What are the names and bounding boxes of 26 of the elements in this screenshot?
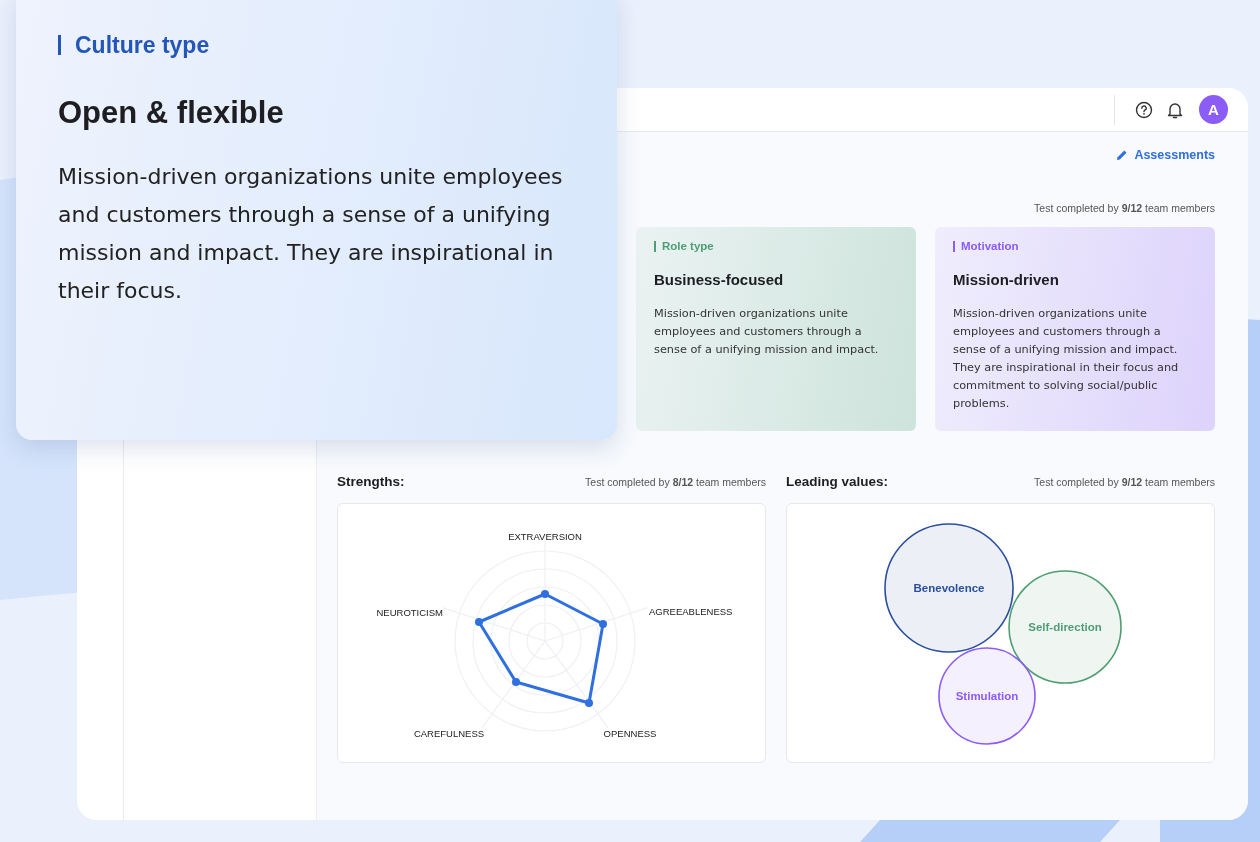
help-icon[interactable] bbox=[1135, 100, 1153, 119]
axis-label: AGREEABLENESS bbox=[649, 606, 733, 617]
card-description: Mission-driven organizations unite employees and customers through a sense of a unifying mission and impact. They are inspirational in their focus and commitment to solving social/public problems. bbox=[953, 306, 1180, 412]
value-label: Benevolence bbox=[913, 582, 985, 594]
card-label: Role type bbox=[654, 241, 898, 252]
culture-title: Open & flexible bbox=[58, 95, 285, 131]
pencil-icon bbox=[1116, 149, 1129, 161]
axis-label: CAREFULNESS bbox=[413, 728, 485, 739]
section-title: Strengths: bbox=[337, 474, 405, 489]
card-description: Mission-driven organizations unite employees and customers through a sense of a unifying mission and impact. bbox=[654, 306, 880, 358]
card-title: Mission-driven bbox=[953, 271, 1060, 288]
user-avatar[interactable]: A bbox=[1199, 95, 1228, 124]
card-label: Motivation bbox=[953, 241, 1197, 252]
value-label: Self-direction bbox=[1028, 621, 1102, 633]
culture-description: Mission-driven organizations unite employees and customers through a sense of a unifying mission and impact. They are inspirational in their focus. bbox=[58, 163, 564, 305]
axis-label: OPENNESS bbox=[603, 728, 657, 739]
card-title: Business-focused bbox=[654, 271, 785, 288]
axis-label: NEUROTICISM bbox=[376, 607, 443, 618]
value-label: Stimulation bbox=[955, 690, 1019, 702]
completion-note: Test completed by 9/12 team members bbox=[1034, 202, 1215, 214]
completion-note: Test completed by 8/12 team members bbox=[585, 476, 766, 488]
axis-label: EXTRAVERSION bbox=[508, 531, 582, 542]
section-title: Leading values: bbox=[786, 474, 889, 489]
assessments-link[interactable]: Assessments bbox=[1116, 148, 1215, 162]
notification-bell-icon[interactable] bbox=[1167, 100, 1183, 119]
completion-note: Test completed by 9/12 team members bbox=[1034, 476, 1215, 488]
